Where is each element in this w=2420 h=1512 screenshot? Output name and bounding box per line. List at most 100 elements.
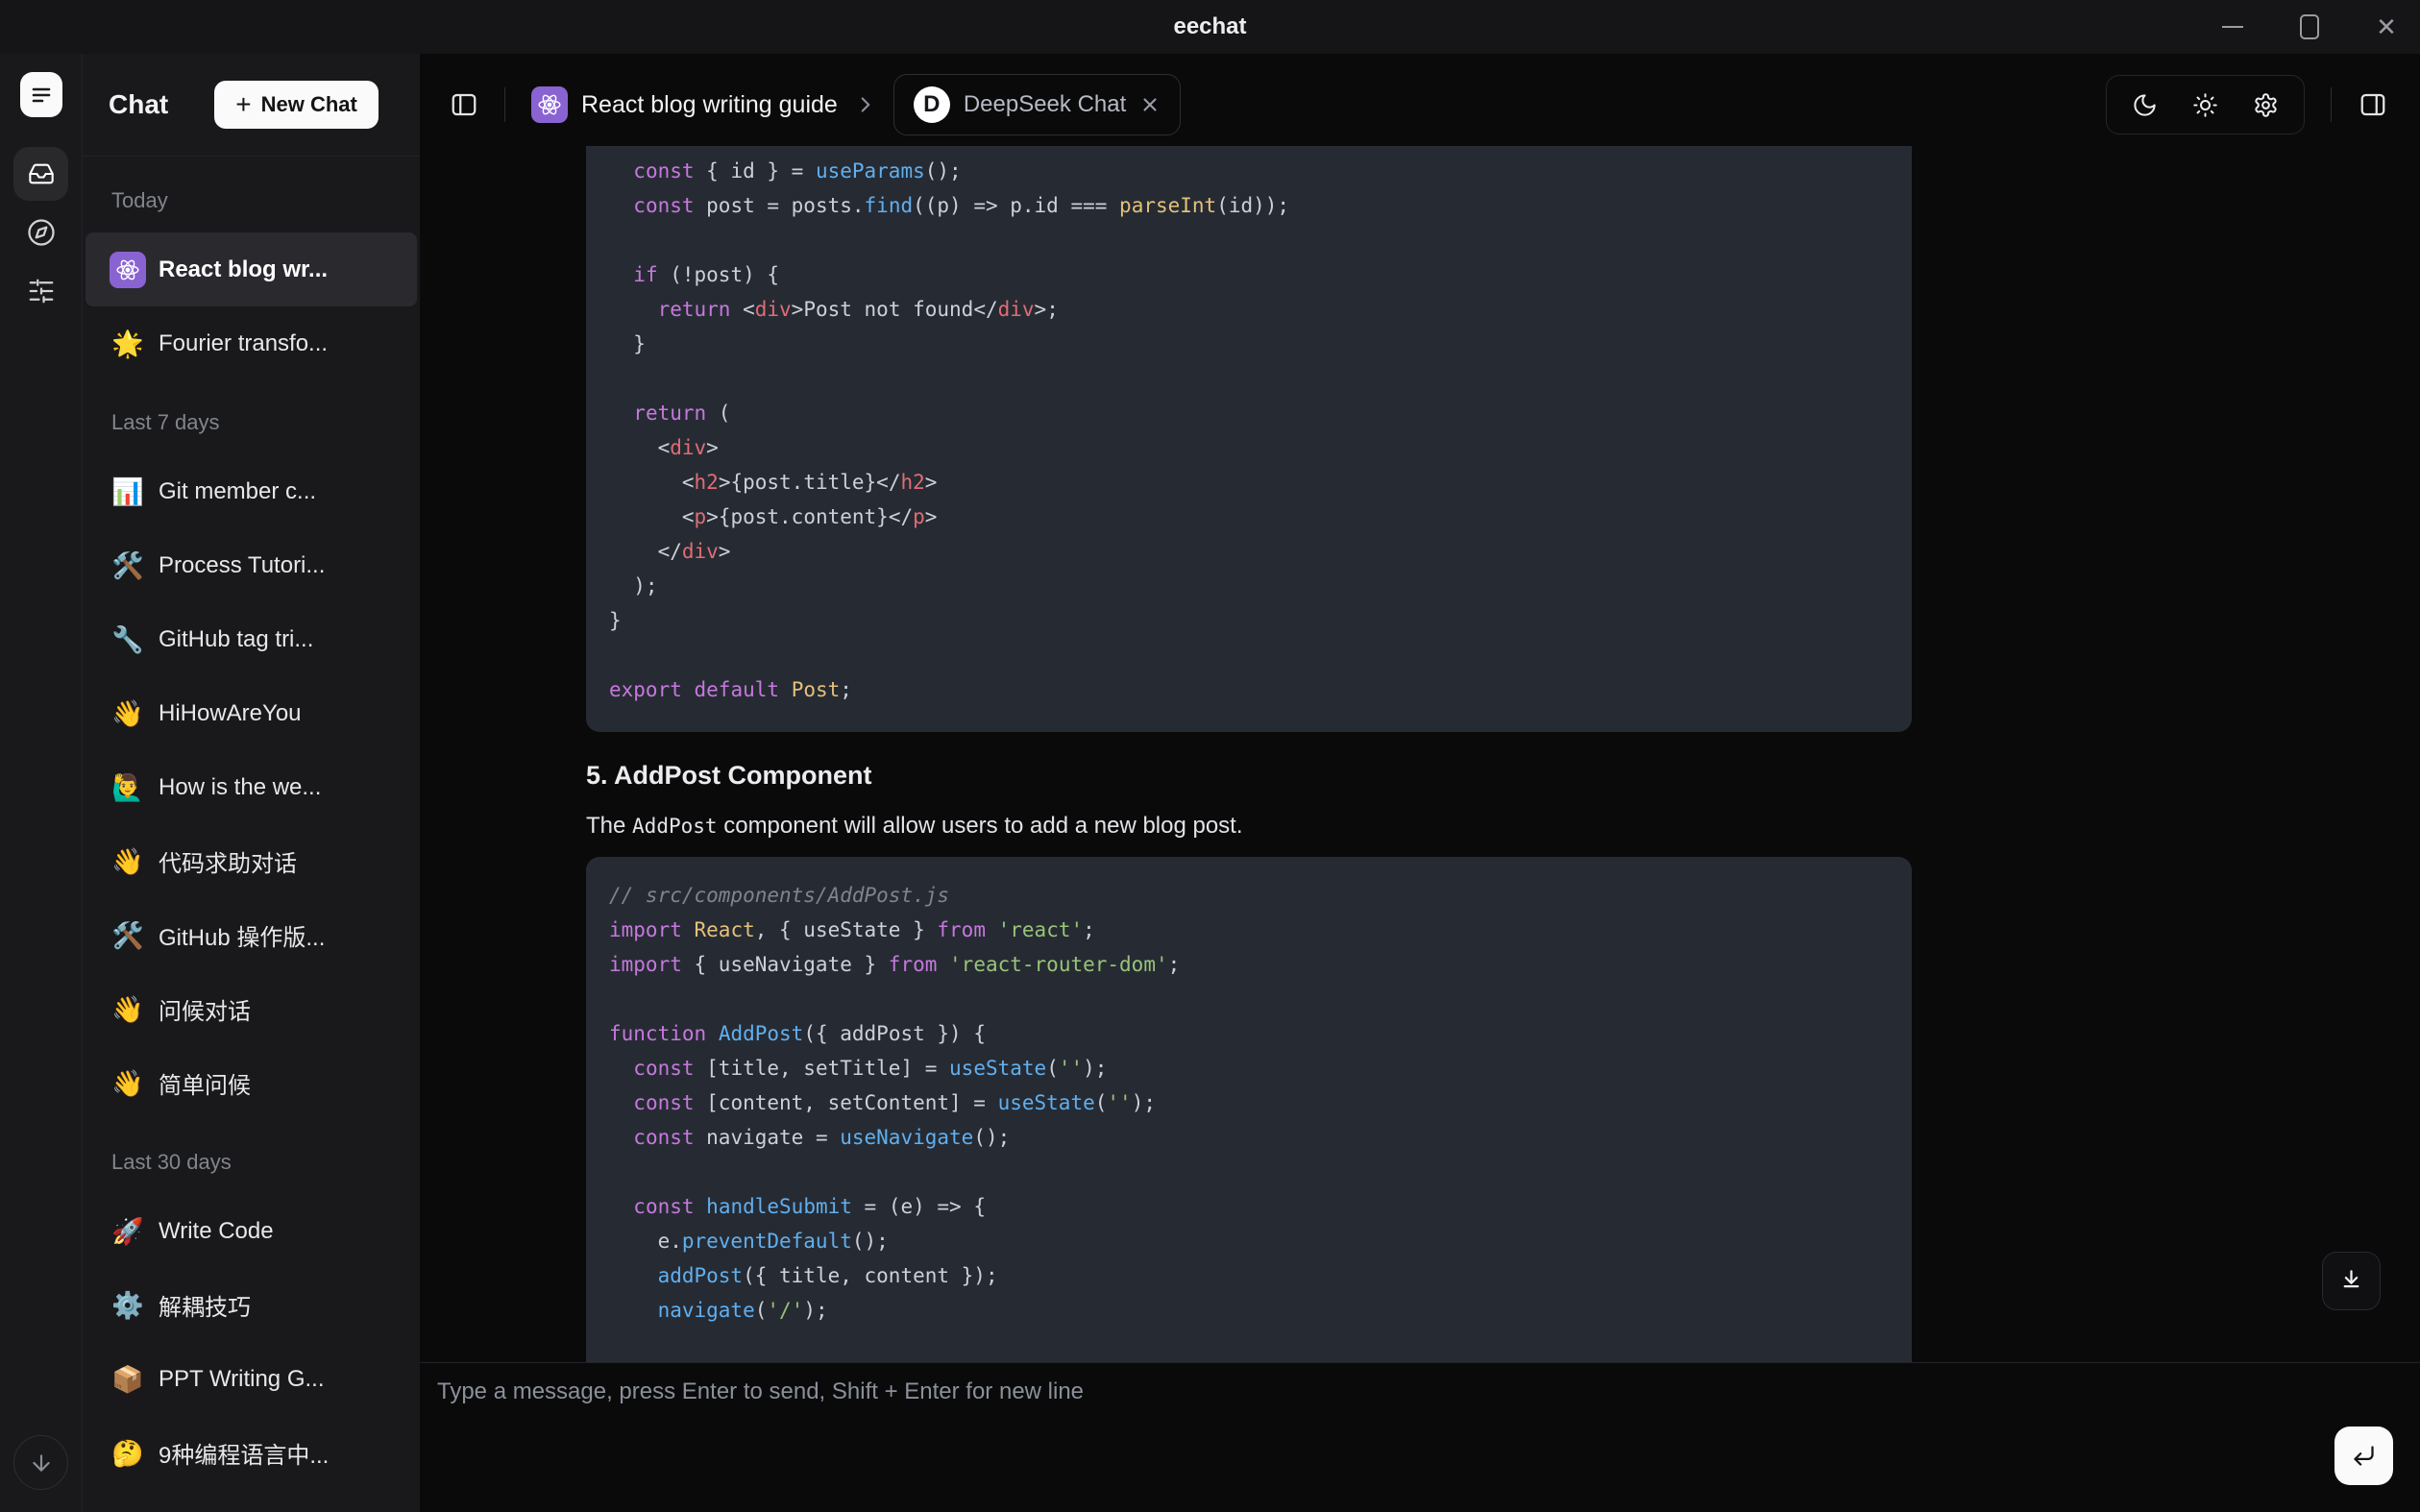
emoji-icon: 👋	[110, 991, 146, 1028]
panel-left-icon	[450, 90, 478, 119]
chat-item-label: How is the we...	[159, 774, 321, 801]
scroll-to-bottom-button[interactable]	[2322, 1252, 2381, 1310]
system-theme-button[interactable]	[2253, 92, 2279, 118]
arrow-down-icon	[29, 1451, 54, 1475]
code-block-addpost-component: // src/components/AddPost.jsimport React…	[586, 857, 1912, 1362]
chat-item-label: GitHub tag tri...	[159, 626, 313, 653]
main-header: React blog writing guide D DeepSeek Chat	[420, 54, 2420, 146]
react-topic-icon	[531, 86, 568, 123]
chat-item-label: Git member c...	[159, 478, 316, 505]
minimize-button[interactable]	[2216, 11, 2249, 43]
chat-item-label: 解耦技巧	[159, 1288, 251, 1322]
discover-rail-button[interactable]	[26, 217, 56, 247]
chat-list-item[interactable]: 🌟 Fourier transfo...	[86, 306, 417, 380]
emoji-icon: 🌟	[110, 326, 146, 362]
minimize-icon	[2222, 26, 2243, 28]
emoji-icon: 🤔	[110, 1435, 146, 1472]
chat-list-item[interactable]: ⚙️ 解耦技巧	[86, 1268, 417, 1342]
chat-item-label: 问候对话	[159, 992, 251, 1026]
chat-item-label: PPT Writing G...	[159, 1366, 325, 1393]
chat-list-item[interactable]: 📦 PPT Writing G...	[86, 1342, 417, 1416]
emoji-icon: 👋	[110, 1065, 146, 1102]
composer	[420, 1362, 2420, 1512]
chat-item-label: Fourier transfo...	[159, 330, 328, 357]
react-logo-icon	[110, 252, 146, 288]
chat-list-item[interactable]: 🤔 9种编程语言中...	[86, 1416, 417, 1490]
dark-mode-button[interactable]	[2132, 92, 2158, 118]
chat-list-item[interactable]: 👋 问候对话	[86, 972, 417, 1046]
emoji-icon: 🛠️	[110, 917, 146, 954]
chat-list-item[interactable]: 👋 HiHowAreYou	[86, 676, 417, 750]
chat-list-item[interactable]: 🙋‍♂️ How is the we...	[86, 750, 417, 824]
section-label: Last 7 days	[86, 405, 417, 440]
emoji-icon: 👋	[110, 695, 146, 732]
chat-item-label: 代码求助对话	[159, 844, 297, 878]
message-paragraph: The AddPost component will allow users t…	[586, 813, 1912, 840]
chat-list-item[interactable]: 🛠️GitHub 操作版...	[86, 898, 417, 972]
main-area: React blog writing guide D DeepSeek Chat	[420, 54, 2420, 1512]
chat-item-label: Process Tutori...	[159, 552, 325, 579]
close-icon: ✕	[2376, 14, 2397, 39]
light-mode-button[interactable]	[2192, 92, 2218, 118]
message-input[interactable]	[437, 1378, 2243, 1494]
assistant-message: const { id } = useParams(); const post =…	[586, 146, 1912, 1362]
atom-icon	[115, 257, 140, 282]
inbox-icon	[28, 160, 55, 187]
new-chat-button[interactable]: + New Chat	[214, 81, 379, 129]
chat-messages: const { id } = useParams(); const post =…	[420, 146, 2420, 1362]
compass-icon	[27, 218, 56, 247]
emoji-icon: 📊	[110, 474, 146, 510]
chat-item-label: 9种编程语言中...	[159, 1436, 329, 1470]
close-tab-button[interactable]	[1139, 94, 1161, 115]
emoji-icon: 📦	[110, 1361, 146, 1398]
section-label: Last 30 days	[86, 1145, 417, 1180]
chat-list-item[interactable]: 👋 简单问候	[86, 1046, 417, 1120]
enter-icon	[2351, 1443, 2377, 1469]
breadcrumb: React blog writing guide	[581, 91, 838, 119]
chat-list-item[interactable]: 🛠️ Process Tutori...	[86, 528, 417, 602]
model-tab[interactable]: D DeepSeek Chat	[893, 74, 1181, 135]
chat-item-label: 简单问候	[159, 1066, 251, 1100]
chat-list: Today React blog wr... 🌟 Fourier transfo...…	[83, 157, 420, 1512]
chat-list-item[interactable]: 📊 Git member c...	[86, 454, 417, 528]
rail-scroll-down-button[interactable]	[13, 1435, 68, 1490]
sliders-icon	[27, 277, 56, 305]
deepseek-logo-icon: D	[914, 86, 950, 123]
settings-rail-button[interactable]	[26, 276, 56, 305]
atom-icon	[537, 92, 562, 117]
gear-icon	[2253, 92, 2279, 118]
chat-inbox-rail-button[interactable]	[13, 147, 68, 201]
close-window-button[interactable]: ✕	[2370, 11, 2403, 43]
new-chat-label: New Chat	[261, 92, 357, 117]
maximize-icon	[2300, 14, 2319, 39]
sidebar-title: Chat	[109, 89, 168, 120]
chat-list-item[interactable]: 👋代码求助对话	[86, 824, 417, 898]
emoji-icon: 🛠️	[110, 548, 146, 584]
header-divider	[504, 87, 505, 122]
chat-list-item[interactable]: 🔧 GitHub tag tri...	[86, 602, 417, 676]
chat-item-label: React blog wr...	[159, 256, 328, 283]
notes-rail-button[interactable]	[20, 72, 62, 117]
emoji-icon: 🚀	[110, 1213, 146, 1250]
maximize-button[interactable]	[2293, 11, 2326, 43]
theme-switcher	[2106, 75, 2305, 134]
emoji-icon: ⚙️	[110, 1287, 146, 1324]
toggle-right-panel-button[interactable]	[2358, 90, 2387, 120]
plus-icon: +	[235, 91, 251, 118]
sidebar-header: Chat + New Chat	[83, 54, 420, 157]
emoji-icon: 🔧	[110, 622, 146, 658]
chat-list-item[interactable]: 🚀 Write Code	[86, 1194, 417, 1268]
moon-icon	[2132, 92, 2158, 118]
chevron-right-icon	[853, 92, 878, 117]
send-button[interactable]	[2334, 1427, 2393, 1485]
chat-item-label: HiHowAreYou	[159, 700, 302, 727]
header-divider	[2331, 87, 2332, 122]
chat-item-label: Write Code	[159, 1218, 274, 1245]
emoji-icon: 🙋‍♂️	[110, 769, 146, 806]
section-label: Today	[86, 183, 417, 218]
toggle-sidebar-button[interactable]	[449, 90, 478, 120]
chat-list-item[interactable]: React blog wr...	[86, 232, 417, 306]
titlebar: eechat ✕	[0, 0, 2420, 54]
arrow-down-to-line-icon	[2338, 1268, 2364, 1294]
sun-icon	[2192, 92, 2218, 118]
